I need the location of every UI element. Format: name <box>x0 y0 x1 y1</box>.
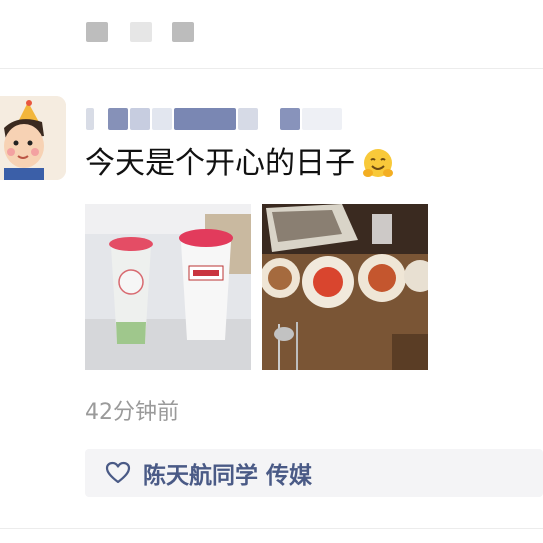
blurred-block <box>86 108 94 130</box>
blurred-block <box>174 108 236 130</box>
previous-post-footer <box>0 0 543 68</box>
divider <box>0 68 543 69</box>
blurred-block <box>172 22 194 42</box>
blurred-block <box>238 108 258 130</box>
blurred-block <box>280 108 300 130</box>
post-photo-1[interactable] <box>85 204 251 370</box>
korean-dinner-table-photo <box>262 204 428 370</box>
blurred-block <box>152 108 172 130</box>
blurred-block <box>130 108 150 130</box>
avatar[interactable] <box>0 96 66 180</box>
post-timestamp: 42分钟前 <box>85 400 179 425</box>
liked-by-names[interactable]: 陈天航同学 传媒 <box>143 456 312 490</box>
blurred-block <box>130 22 152 42</box>
hugging-face-emoji-icon <box>361 147 395 181</box>
username-blurred[interactable] <box>86 104 376 132</box>
blurred-block <box>86 22 108 42</box>
post-text: 今天是个开心的日子 <box>85 144 395 184</box>
divider <box>0 528 543 529</box>
post-text-content: 今天是个开心的日子 <box>85 146 355 181</box>
milk-tea-cups-photo <box>85 204 251 370</box>
blurred-block <box>302 108 342 130</box>
post-photo-2[interactable] <box>262 204 428 370</box>
avatar-cartoon-icon <box>0 96 66 180</box>
blurred-block <box>108 108 128 130</box>
likes-bar[interactable]: 陈天航同学 传媒 <box>85 449 543 497</box>
heart-icon <box>105 461 131 484</box>
